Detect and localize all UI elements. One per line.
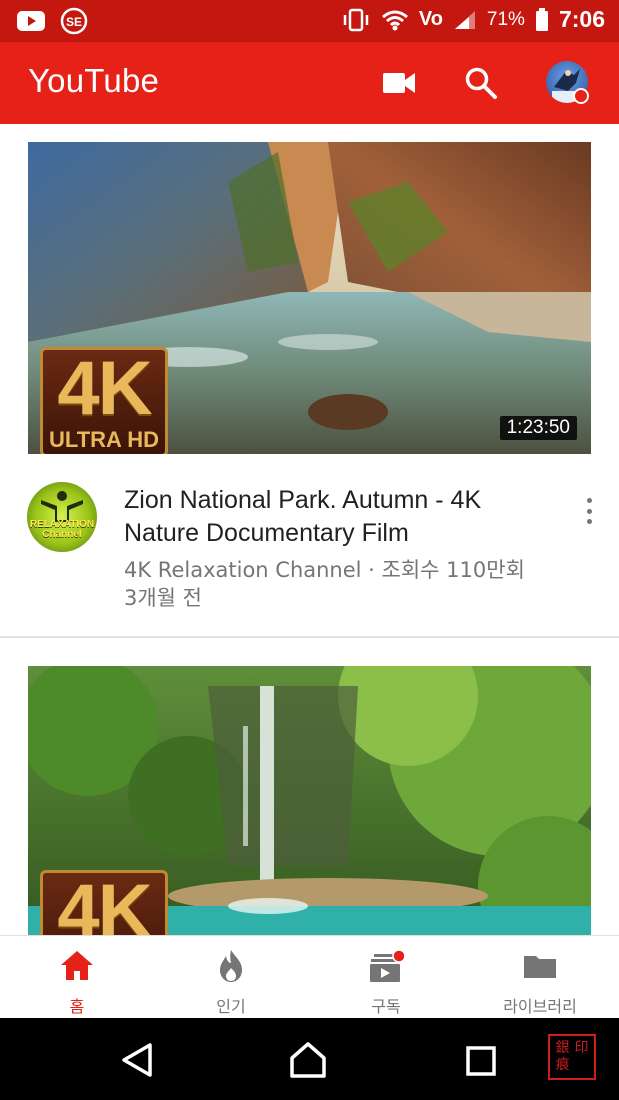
nav-trending-label: 인기 — [216, 997, 246, 1016]
separator: · — [361, 558, 382, 582]
app-bar: YouTube — [0, 42, 619, 124]
4k-ultra-hd-badge: 4K ULTRA HD — [40, 347, 168, 454]
home-icon — [61, 951, 93, 980]
wifi-icon — [381, 10, 408, 30]
video-thumbnail[interactable]: 4K ULTRA HD 1:23:50 — [28, 142, 591, 454]
nav-library-label: 라이브러리 — [503, 997, 577, 1016]
more-options-icon[interactable] — [580, 496, 598, 526]
clock: 7:06 — [558, 6, 605, 32]
battery-percent: 71% — [486, 8, 525, 30]
watermark-seal: 銀 印 痕 — [548, 1034, 596, 1080]
seal-char — [572, 1057, 591, 1074]
nav-library[interactable]: 라이브러리 — [463, 936, 617, 1019]
system-navigation-bar: 銀 印 痕 — [0, 1018, 619, 1100]
nav-home[interactable]: 홈 — [0, 936, 154, 1019]
nav-subscriptions-label: 구독 — [371, 997, 401, 1016]
search-icon[interactable] — [464, 66, 498, 100]
badge-ultra-hd-text: ULTRA HD — [49, 427, 159, 452]
trending-flame-icon — [220, 950, 242, 982]
video-duration: 1:23:50 — [499, 416, 577, 440]
library-folder-icon — [524, 956, 556, 978]
view-count: 조회수 110만회 — [381, 558, 525, 582]
video-title[interactable]: Zion National Park. Autumn - 4K Nature D… — [124, 484, 554, 550]
video-feed[interactable]: 4K ULTRA HD 1:23:50 RELAXATION Channel Z… — [0, 124, 619, 935]
home-circle-icon[interactable] — [288, 1040, 328, 1080]
cellular-signal-icon — [454, 10, 475, 29]
vibrate-icon — [343, 8, 369, 31]
volte-icon: Vo — [418, 8, 443, 30]
seal-char: 痕 — [555, 1057, 570, 1073]
badge-4k-text: 4K — [57, 346, 152, 431]
nav-trending[interactable]: 인기 — [154, 936, 308, 1019]
back-icon[interactable] — [118, 1040, 158, 1080]
battery-icon — [535, 7, 548, 31]
youtube-notification-icon — [17, 11, 45, 31]
svg-text:SE: SE — [66, 15, 82, 29]
seal-char: 銀 — [555, 1040, 570, 1056]
app-notification-icon: SE — [60, 7, 88, 35]
feed-divider — [0, 636, 619, 638]
channel-avatar-text: RELAXATION Channel — [29, 519, 95, 540]
bottom-navigation: 홈 인기 구독 라이브러리 — [0, 935, 619, 1018]
nav-subscriptions[interactable]: 구독 — [309, 936, 463, 1019]
meditation-figure-icon — [41, 491, 83, 522]
nav-home-label: 홈 — [69, 997, 85, 1016]
video-meta: RELAXATION Channel Zion National Park. A… — [0, 476, 619, 636]
channel-avatar[interactable]: RELAXATION Channel — [27, 482, 97, 552]
camera-icon[interactable] — [382, 70, 416, 96]
video-thumbnail[interactable]: 4K — [28, 666, 591, 935]
status-bar: SE Vo 71% 7:06 — [0, 0, 619, 42]
app-title: YouTube — [28, 62, 160, 99]
recents-icon[interactable] — [464, 1044, 498, 1078]
notification-dot — [573, 88, 589, 104]
badge-4k-text: 4K — [57, 869, 152, 936]
seal-char: 印 — [574, 1040, 589, 1056]
subscriptions-icon — [370, 949, 404, 982]
channel-name[interactable]: 4K Relaxation Channel — [124, 558, 362, 582]
upload-age: 3개월 전 — [124, 586, 202, 610]
video-subtitle: 4K Relaxation Channel · 조회수 110만회 3개월 전 — [124, 556, 564, 612]
4k-badge: 4K — [40, 870, 168, 935]
